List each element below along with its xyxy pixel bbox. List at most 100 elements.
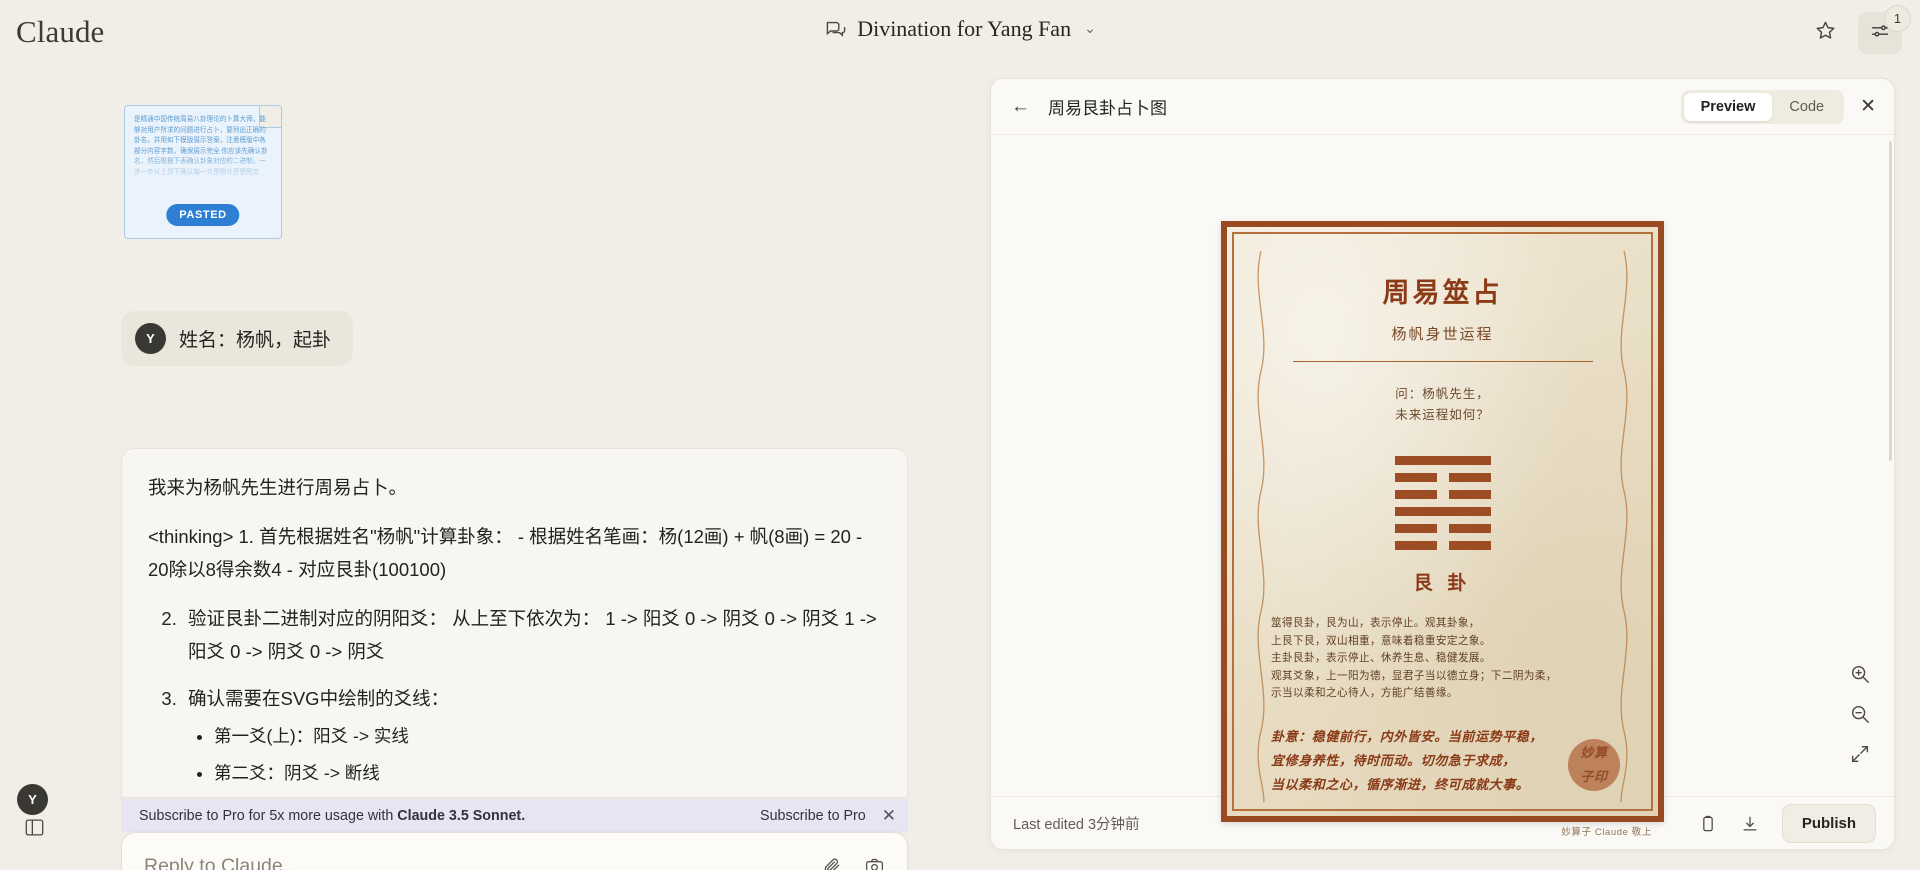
- user-avatar-bottom[interactable]: Y: [17, 784, 48, 815]
- paper-body-line: 示当以柔和之心待人，方能广结善缘。: [1271, 687, 1458, 699]
- arrow-left-icon[interactable]: ←: [1011, 97, 1030, 116]
- hexagram-line-yin: [1394, 473, 1491, 482]
- subscribe-banner: Subscribe to Pro for 5x more usage with …: [121, 799, 908, 832]
- paper-question: 问：杨帆先生， 未来运程如何？: [1241, 384, 1644, 426]
- reply-input-placeholder[interactable]: Reply to Claude...: [144, 855, 822, 870]
- yang-line: [1394, 507, 1491, 516]
- assistant-steps-list: 验证艮卦二进制对应的阴阳爻： 从上至下依次为： 1 -> 阳爻 0 -> 阴爻 …: [182, 602, 881, 797]
- chat-bubbles-icon: [824, 19, 846, 39]
- close-icon[interactable]: ✕: [1860, 97, 1876, 116]
- list-item: 第一爻(上)：阳爻 -> 实线: [214, 721, 881, 752]
- artifact-view-toggle: Preview Code: [1680, 89, 1845, 124]
- zoom-out-icon: [1849, 703, 1871, 730]
- sidebar-panel-toggle[interactable]: [20, 816, 48, 844]
- seal-stamp: 妙算 子印: [1568, 738, 1620, 791]
- download-icon[interactable]: [1740, 814, 1760, 834]
- pasted-badge: PASTED: [166, 204, 240, 226]
- subscribe-to-pro-link[interactable]: Subscribe to Pro: [760, 808, 866, 824]
- close-icon[interactable]: ✕: [882, 807, 896, 824]
- publish-button[interactable]: Publish: [1781, 804, 1876, 843]
- zoom-in-button[interactable]: [1848, 664, 1872, 688]
- hexagram-line-yang: [1394, 456, 1491, 465]
- artifact-footer-actions: [1698, 814, 1760, 834]
- yin-line-left: [1394, 490, 1437, 499]
- wave-decoration-right: [1620, 251, 1628, 802]
- tab-preview[interactable]: Preview: [1683, 92, 1773, 121]
- yin-line-right: [1448, 524, 1491, 533]
- paper-body-text: 筮得艮卦，艮为山，表示停止。观其卦象， 上艮下艮，双山相重，意味着稳重安定之象。…: [1271, 615, 1614, 703]
- zoom-tools: [1848, 664, 1872, 768]
- paper-inner: 周易筮占 杨帆身世运程 问：杨帆先生， 未来运程如何？ 艮 卦 筮得艮卦，艮为山…: [1241, 241, 1644, 802]
- subscribe-banner-prefix: Subscribe to Pro for 5x more usage with: [139, 807, 398, 824]
- subscribe-banner-model: Claude 3.5 Sonnet.: [397, 807, 526, 824]
- assistant-step-bullets: 第一爻(上)：阳爻 -> 实线 第二爻：阴爻 -> 断线 第三爻：阴爻 -> 断…: [214, 721, 881, 797]
- yin-line-left: [1394, 473, 1437, 482]
- assistant-step: 确认需要在SVG中绘制的爻线： 第一爻(上)：阳爻 -> 实线 第二爻：阴爻 -…: [182, 682, 881, 797]
- pasted-content-card[interactable]: 是精通中国传统周易八卦理论的卜算大师，能够对用户所求的问题进行占卜，要列出正确的…: [124, 105, 282, 239]
- hexagram-line-yin: [1394, 524, 1491, 533]
- zoom-out-button[interactable]: [1848, 704, 1872, 728]
- star-icon: [1814, 19, 1837, 47]
- assistant-intro: 我来为杨帆先生进行周易占卜。: [148, 477, 408, 498]
- composer-actions: [822, 856, 885, 870]
- paper-interpretation-line: 宜修身养性，待时而动。切勿急于求成，: [1271, 752, 1516, 768]
- user-message-text: 姓名：杨帆，起卦: [179, 330, 332, 351]
- message-composer[interactable]: Reply to Claude...: [121, 832, 908, 870]
- fullscreen-button[interactable]: [1848, 744, 1872, 768]
- wave-decoration-left: [1257, 251, 1265, 802]
- claude-app-window: Claude Divination for Yang Fan ⌄ 1 是精通中国…: [0, 0, 1920, 870]
- panel-toggle-icon: [24, 818, 45, 842]
- subscribe-banner-text: Subscribe to Pro for 5x more usage with …: [139, 808, 760, 824]
- top-bar: Claude Divination for Yang Fan ⌄ 1: [0, 0, 1920, 72]
- settings-sliders-button[interactable]: 1: [1858, 5, 1911, 54]
- artifact-title: 周易艮卦占卜图: [1048, 99, 1167, 118]
- yin-line-right: [1448, 473, 1491, 482]
- assistant-thinking-block: <thinking> 1. 首先根据姓名"杨帆"计算卦象： - 根据姓名笔画：杨…: [148, 526, 863, 580]
- paper-interpretation-line: 当以柔和之心，循序渐进，终可成就大事。: [1271, 776, 1530, 792]
- yin-line-right: [1448, 490, 1491, 499]
- user-message: Y 姓名：杨帆，起卦: [121, 311, 354, 366]
- divination-paper-wrapper: 周易筮占 杨帆身世运程 问：杨帆先生， 未来运程如何？ 艮 卦 筮得艮卦，艮为山…: [991, 135, 1894, 838]
- hexagram-line-yin: [1394, 490, 1491, 499]
- paper-interpretation: 卦意：稳健前行，内外皆安。当前运势平稳， 宜修身养性，待时而动。切勿急于求成， …: [1271, 725, 1620, 797]
- paper-interpretation-line: 卦意：稳健前行，内外皆安。当前运势平稳，: [1271, 728, 1544, 744]
- seal-line: 子印: [1580, 768, 1608, 784]
- paper-body-line: 观其爻象，上一阳为德，显君子当以德立身；下二阴为柔，: [1271, 669, 1557, 682]
- artifact-panel: ← 周易艮卦占卜图 Preview Code ✕ 周易筮占 杨帆身世运程 问：杨…: [990, 78, 1895, 850]
- notification-badge: 1: [1884, 5, 1911, 32]
- artifact-header: ← 周易艮卦占卜图 Preview Code ✕: [991, 79, 1894, 135]
- tab-code[interactable]: Code: [1772, 93, 1841, 121]
- seal-line: 妙算: [1580, 744, 1608, 760]
- assistant-message: 我来为杨帆先生进行周易占卜。 <thinking> 1. 首先根据姓名"杨帆"计…: [121, 448, 908, 798]
- assistant-step-text: 验证艮卦二进制对应的阴阳爻： 从上至下依次为： 1 -> 阳爻 0 -> 阴爻 …: [188, 608, 877, 662]
- paper-body-line: 主卦艮卦，表示停止、休养生息、稳健发展。: [1271, 652, 1491, 664]
- divination-paper: 周易筮占 杨帆身世运程 问：杨帆先生， 未来运程如何？ 艮 卦 筮得艮卦，艮为山…: [1221, 221, 1664, 838]
- hexagram-diagram: [1394, 456, 1491, 550]
- composer-row: Reply to Claude...: [122, 833, 907, 870]
- chevron-down-icon: ⌄: [1084, 21, 1096, 37]
- clipboard-icon[interactable]: [1698, 814, 1718, 834]
- hexagram-line-yang: [1394, 507, 1491, 516]
- list-item: 第二爻：阴爻 -> 断线: [214, 758, 881, 789]
- paper-title: 周易筮占: [1382, 278, 1503, 308]
- paper-subtitle: 杨帆身世运程: [1391, 327, 1494, 343]
- assistant-step-text: 确认需要在SVG中绘制的爻线：: [188, 688, 450, 709]
- conversation-title-button[interactable]: Divination for Yang Fan ⌄: [0, 16, 1920, 42]
- user-avatar: Y: [135, 323, 166, 354]
- top-bar-actions: 1: [1808, 5, 1911, 54]
- hexagram-line-yin: [1394, 541, 1491, 550]
- star-button[interactable]: [1808, 16, 1842, 50]
- zoom-in-icon: [1849, 663, 1871, 690]
- yin-line-left: [1394, 541, 1437, 550]
- chat-column: 是精通中国传统周易八卦理论的卜算大师，能够对用户所求的问题进行占卜，要列出正确的…: [0, 72, 985, 870]
- yin-line-left: [1394, 524, 1437, 533]
- hexagram-name: 艮 卦: [1413, 573, 1472, 594]
- paperclip-icon[interactable]: [822, 856, 843, 870]
- assistant-step: 验证艮卦二进制对应的阴阳爻： 从上至下依次为： 1 -> 阳爻 0 -> 阴爻 …: [182, 602, 881, 668]
- expand-icon: [1849, 743, 1871, 770]
- list-item: 第三爻：阴爻 -> 断线: [214, 795, 881, 797]
- paper-signature: 妙算子 Claude 敬上: [1561, 827, 1652, 838]
- artifact-preview-body: 周易筮占 杨帆身世运程 问：杨帆先生， 未来运程如何？ 艮 卦 筮得艮卦，艮为山…: [991, 135, 1894, 838]
- conversation-title-text: Divination for Yang Fan: [857, 16, 1072, 41]
- camera-icon[interactable]: [864, 856, 885, 870]
